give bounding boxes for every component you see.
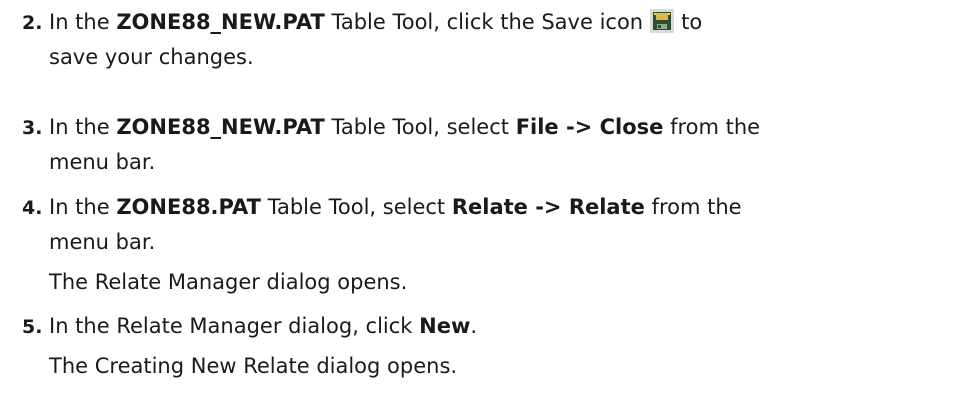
step-2-line-1: 2. In the ZONE88_NEW.PAT Table Tool, clic… bbox=[0, 8, 702, 37]
step-4-line-1: 4. In the ZONE88.PAT Table Tool, select R… bbox=[0, 193, 742, 222]
table-name: ZONE88_NEW.PAT bbox=[116, 115, 325, 139]
step-text: In the bbox=[49, 195, 117, 219]
step-number: 3. bbox=[22, 117, 43, 139]
step-text: to bbox=[681, 10, 703, 34]
step-3-line-2: menu bar. bbox=[49, 150, 156, 174]
step-text: Table Tool, select bbox=[260, 195, 452, 219]
table-name: ZONE88.PAT bbox=[116, 195, 261, 219]
step-5-result: The Creating New Relate dialog opens. bbox=[49, 354, 458, 378]
menu-command: File -> Close bbox=[515, 115, 664, 139]
step-2-line-2: save your changes. bbox=[49, 45, 254, 69]
step-text: In the bbox=[49, 10, 117, 34]
step-5-line-1: 5. In the Relate Manager dialog, click Ne… bbox=[0, 312, 477, 341]
step-text: Table Tool, select bbox=[324, 115, 516, 139]
step-text: In the bbox=[49, 115, 117, 139]
step-4-line-2: menu bar. bbox=[49, 230, 156, 254]
instruction-document: 2. In the ZONE88_NEW.PAT Table Tool, clic… bbox=[0, 0, 977, 411]
step-number: 5. bbox=[22, 316, 43, 338]
step-text: In the Relate Manager dialog, click bbox=[49, 314, 420, 338]
step-4-result: The Relate Manager dialog opens. bbox=[49, 270, 408, 294]
step-text: . bbox=[470, 314, 478, 338]
step-number: 4. bbox=[22, 197, 43, 219]
step-text: from the bbox=[644, 195, 742, 219]
step-text: from the bbox=[663, 115, 761, 139]
save-icon bbox=[649, 8, 676, 34]
step-3-line-1: 3. In the ZONE88_NEW.PAT Table Tool, sele… bbox=[0, 113, 760, 142]
menu-command: Relate -> Relate bbox=[451, 195, 645, 219]
step-text: Table Tool, click the Save icon bbox=[324, 10, 644, 34]
table-name: ZONE88_NEW.PAT bbox=[116, 10, 325, 34]
step-number: 2. bbox=[22, 12, 43, 34]
button-name: New bbox=[419, 314, 471, 338]
